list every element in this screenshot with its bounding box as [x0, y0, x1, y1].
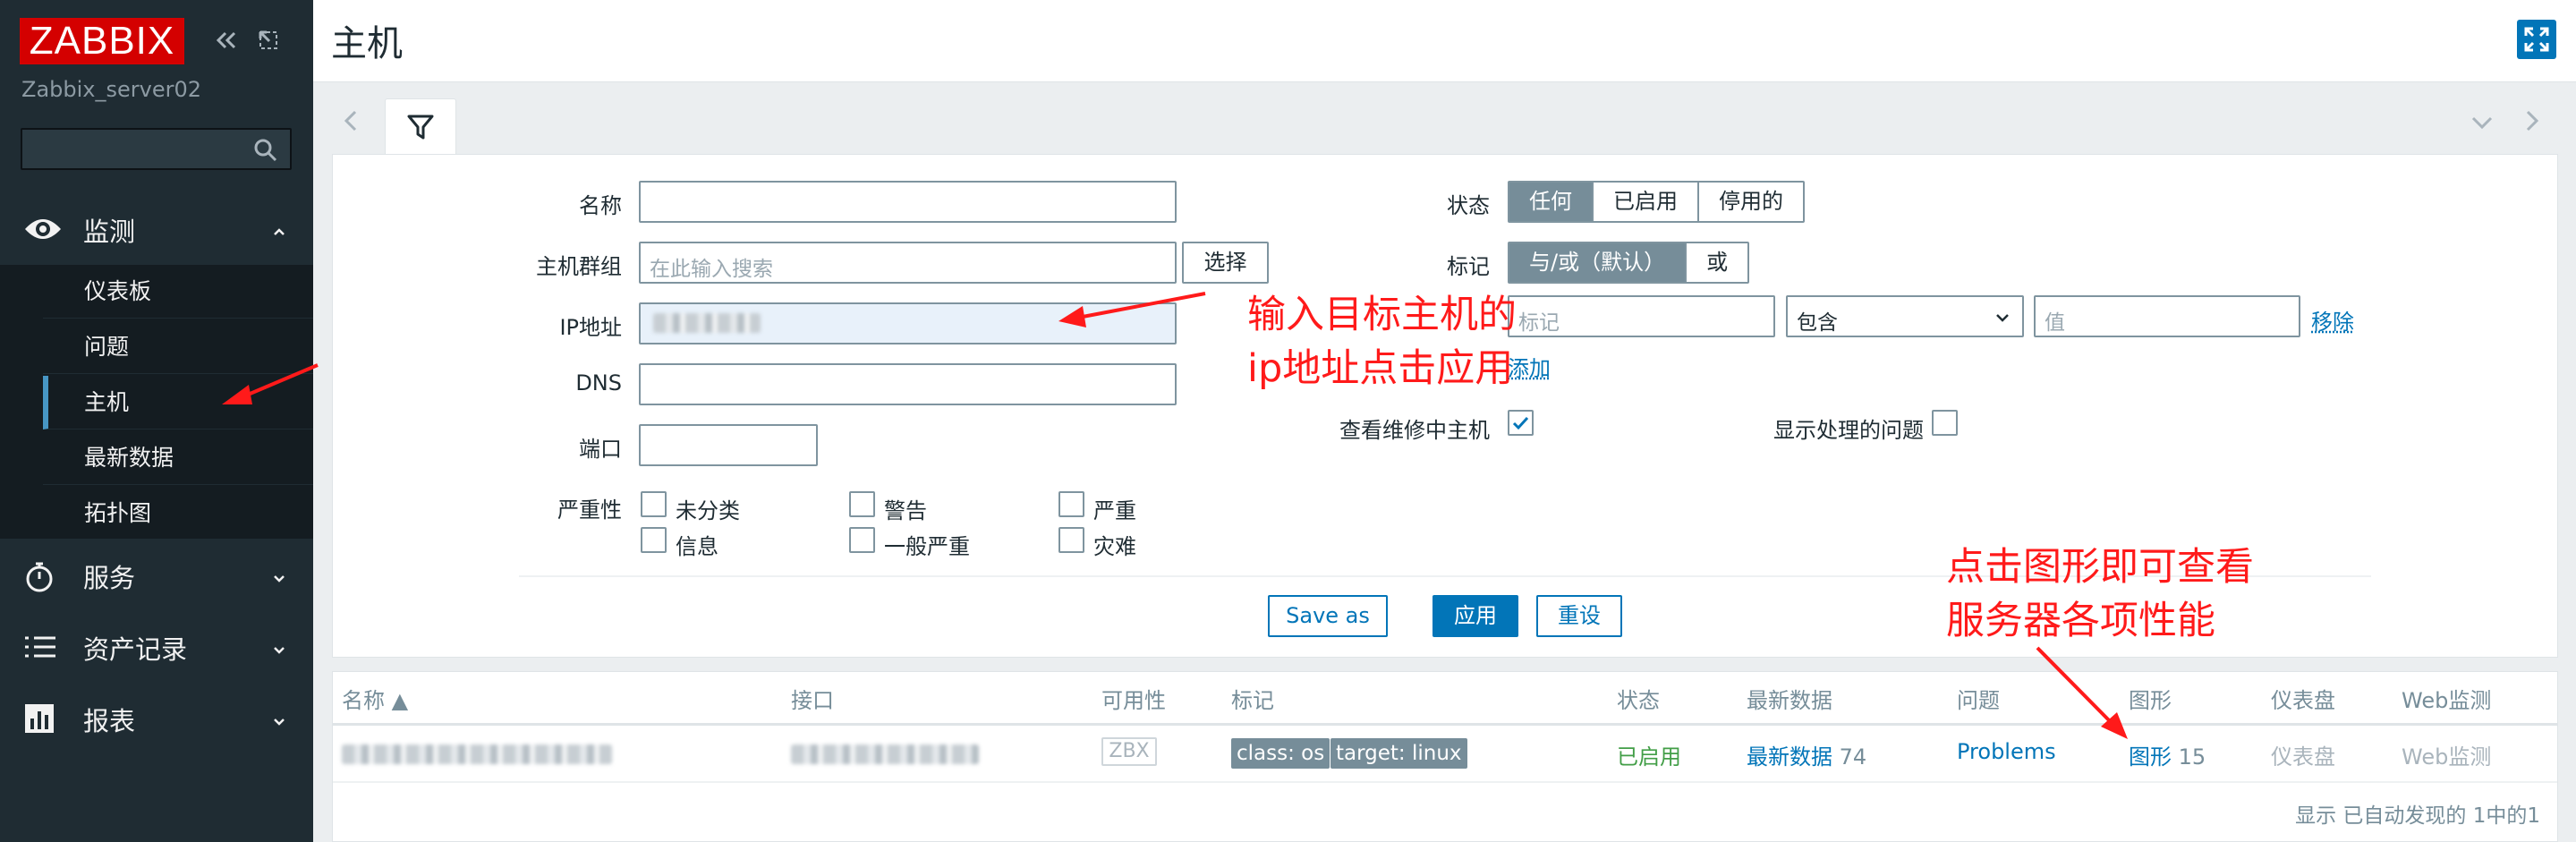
annotation-line: ip地址点击应用 [1247, 346, 1514, 391]
annotation-graph-hint: 点击图形即可查看 服务器各项性能 [1946, 540, 2254, 648]
annotation-line: 服务器各项性能 [1946, 599, 2215, 643]
annotation-line: 点击图形即可查看 [1946, 545, 2254, 590]
annotation-ip-hint: 输入目标主机的 ip地址点击应用 [1247, 288, 1517, 395]
annotation-line: 输入目标主机的 [1247, 293, 1517, 337]
annotation-arrows [222, 292, 2128, 739]
